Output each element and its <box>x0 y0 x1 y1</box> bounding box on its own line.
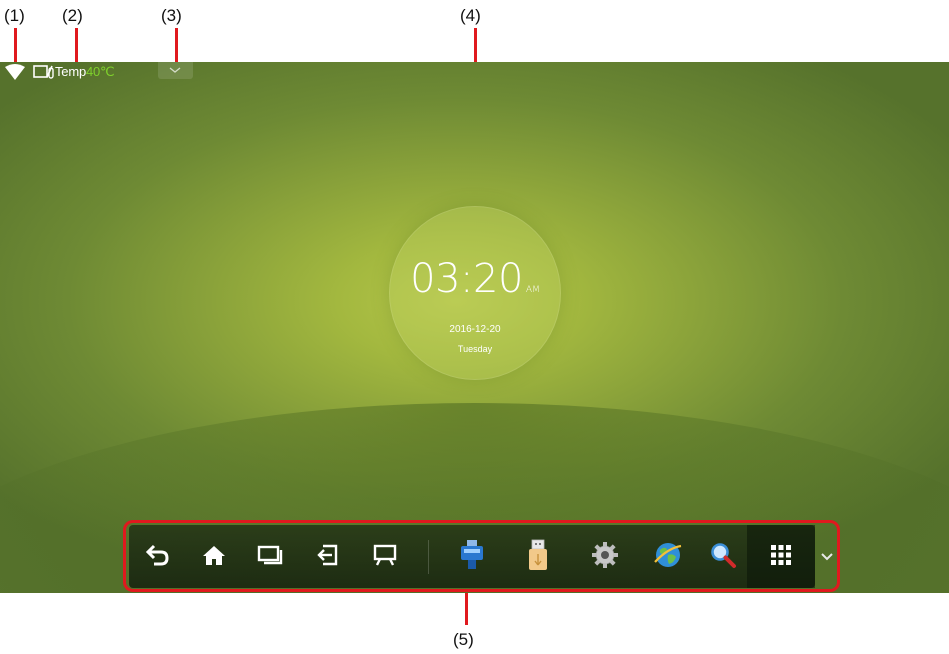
chevron-down-icon <box>821 552 833 560</box>
globe-icon <box>654 543 682 567</box>
callout-line-1 <box>14 28 17 64</box>
recent-windows-icon <box>257 545 283 565</box>
back-arrow-icon <box>145 544 169 566</box>
usb-icon <box>529 539 547 570</box>
clock-day: Tuesday <box>457 344 493 354</box>
status-bar: Temp40℃ <box>0 62 949 84</box>
hdmi-button[interactable] <box>454 537 490 573</box>
search-button[interactable] <box>705 537 741 573</box>
temperature-value: 40℃ <box>86 64 115 79</box>
temperature-readout: Temp40℃ <box>55 64 115 80</box>
temperature-label: Temp <box>55 64 86 79</box>
callout-2: (2) <box>62 6 83 25</box>
usb-button[interactable] <box>520 537 556 573</box>
callout-4: (4) <box>460 6 481 25</box>
hdmi-icon <box>461 540 483 569</box>
home-button[interactable] <box>196 537 232 573</box>
thermometer-icon <box>33 65 54 79</box>
toolbar-collapse-button[interactable] <box>816 525 838 588</box>
recent-windows-button[interactable] <box>253 537 289 573</box>
callout-1: (1) <box>4 6 25 25</box>
clock-widget[interactable]: 03:20 AM 2016-12-20 Tuesday <box>389 206 561 380</box>
callout-line-5 <box>465 592 468 625</box>
browser-button[interactable] <box>650 537 686 573</box>
input-source-button[interactable] <box>310 537 346 573</box>
settings-button[interactable] <box>587 537 623 573</box>
input-source-icon <box>317 544 338 566</box>
callout-3: (3) <box>161 6 182 25</box>
chevron-down-icon <box>169 67 181 73</box>
clock-time: 03:20 AM <box>389 256 561 302</box>
clock-ampm: AM <box>525 285 540 295</box>
notification-dropdown[interactable] <box>158 62 193 79</box>
callout-line-3 <box>175 28 178 66</box>
clock-time-value: 03:20 <box>410 256 523 302</box>
callout-5: (5) <box>453 630 474 649</box>
home-screen: Temp40℃ 03:20 AM 2016-12-20 Tuesday <box>0 62 949 593</box>
apps-button[interactable] <box>763 537 799 573</box>
gear-icon <box>592 542 618 568</box>
toolbar-separator <box>428 540 429 574</box>
whiteboard-button[interactable] <box>367 537 403 573</box>
apps-grid-icon <box>771 545 791 565</box>
whiteboard-icon <box>373 544 397 566</box>
callout-line-2 <box>75 28 78 64</box>
home-icon <box>203 546 225 565</box>
search-icon <box>711 543 736 568</box>
back-button[interactable] <box>140 537 176 573</box>
wifi-icon <box>5 64 25 80</box>
clock-date: 2016-12-20 <box>449 324 501 335</box>
